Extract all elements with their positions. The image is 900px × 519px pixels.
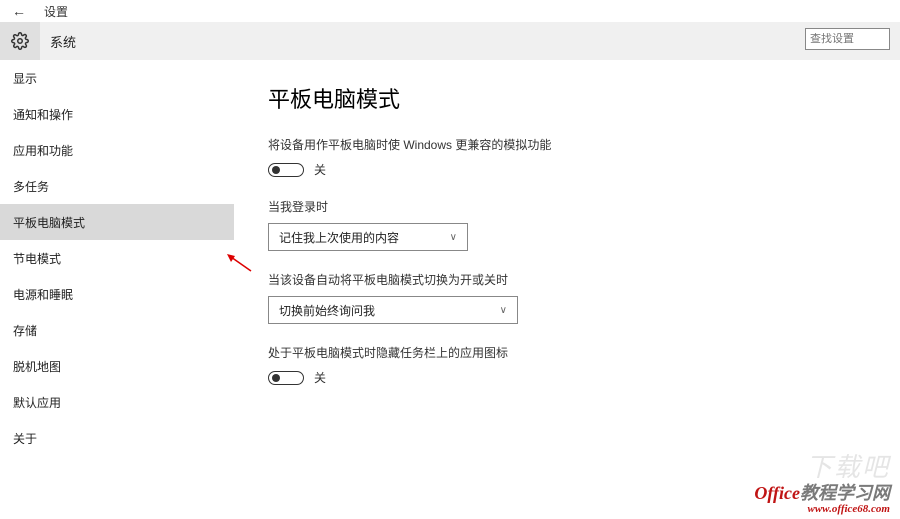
dropdown-auto-switch[interactable]: 切换前始终询问我 ∨ <box>268 296 518 324</box>
toggle-state-label: 关 <box>314 369 326 386</box>
sidebar-item-offline-maps[interactable]: 脱机地图 <box>0 348 234 384</box>
setting-label: 当我登录时 <box>268 198 900 215</box>
setting-auto-switch: 当该设备自动将平板电脑模式切换为开或关时 切换前始终询问我 ∨ <box>268 271 900 324</box>
settings-gear-box[interactable] <box>0 22 40 60</box>
chevron-down-icon: ∨ <box>500 305 507 316</box>
sidebar-item-label: 电源和睡眠 <box>13 286 73 303</box>
sidebar-item-notifications[interactable]: 通知和操作 <box>0 96 234 132</box>
setting-label: 当该设备自动将平板电脑模式切换为开或关时 <box>268 271 900 288</box>
setting-sign-in: 当我登录时 记住我上次使用的内容 ∨ <box>268 198 900 251</box>
search-box[interactable] <box>805 28 890 50</box>
sidebar-item-tablet-mode[interactable]: 平板电脑模式 <box>0 204 234 240</box>
search-input[interactable] <box>810 33 885 45</box>
toggle-knob <box>272 374 280 382</box>
sidebar: 显示 通知和操作 应用和功能 多任务 平板电脑模式 节电模式 电源和睡眠 存储 … <box>0 60 234 519</box>
sidebar-item-power[interactable]: 电源和睡眠 <box>0 276 234 312</box>
sidebar-item-storage[interactable]: 存储 <box>0 312 234 348</box>
setting-touch-friendly: 将设备用作平板电脑时使 Windows 更兼容的模拟功能 关 <box>268 136 900 178</box>
watermark-brand-red: Office <box>754 483 800 503</box>
sidebar-item-label: 节电模式 <box>13 250 61 267</box>
sidebar-item-label: 应用和功能 <box>13 142 73 159</box>
sidebar-item-label: 多任务 <box>13 178 49 195</box>
annotation-arrow-icon <box>225 253 253 273</box>
sidebar-item-label: 关于 <box>13 430 37 447</box>
sidebar-item-label: 脱机地图 <box>13 358 61 375</box>
sidebar-item-label: 存储 <box>13 322 37 339</box>
toggle-knob <box>272 166 280 174</box>
dropdown-sign-in[interactable]: 记住我上次使用的内容 ∨ <box>268 223 468 251</box>
content-pane: 平板电脑模式 将设备用作平板电脑时使 Windows 更兼容的模拟功能 关 当我… <box>234 60 900 519</box>
page-title: 平板电脑模式 <box>268 82 900 114</box>
setting-hide-icons: 处于平板电脑模式时隐藏任务栏上的应用图标 关 <box>268 344 900 386</box>
sidebar-item-display[interactable]: 显示 <box>0 60 234 96</box>
sidebar-item-battery[interactable]: 节电模式 <box>0 240 234 276</box>
category-label: 系统 <box>40 32 76 51</box>
sidebar-item-label: 显示 <box>13 70 37 87</box>
sidebar-item-default-apps[interactable]: 默认应用 <box>0 384 234 420</box>
back-button[interactable]: ← <box>12 3 26 19</box>
gear-icon <box>11 32 29 50</box>
setting-desc: 将设备用作平板电脑时使 Windows 更兼容的模拟功能 <box>268 136 900 153</box>
window-title: 设置 <box>44 3 68 20</box>
title-bar: ← 设置 <box>0 0 900 22</box>
header-row: 系统 <box>0 22 900 60</box>
watermark-brand: Office教程学习网 www.office68.com <box>754 479 890 515</box>
watermark-brand-gray: 教程学习网 <box>800 483 890 503</box>
setting-desc: 处于平板电脑模式时隐藏任务栏上的应用图标 <box>268 344 900 361</box>
sidebar-item-about[interactable]: 关于 <box>0 420 234 456</box>
dropdown-value: 记住我上次使用的内容 <box>279 229 399 246</box>
watermark-url: www.office68.com <box>754 503 890 515</box>
chevron-down-icon: ∨ <box>450 232 457 243</box>
toggle-hide-icons[interactable] <box>268 371 304 385</box>
toggle-state-label: 关 <box>314 161 326 178</box>
sidebar-item-multitask[interactable]: 多任务 <box>0 168 234 204</box>
sidebar-item-apps[interactable]: 应用和功能 <box>0 132 234 168</box>
sidebar-item-label: 默认应用 <box>13 394 61 411</box>
sidebar-item-label: 通知和操作 <box>13 106 73 123</box>
dropdown-value: 切换前始终询问我 <box>279 302 375 319</box>
toggle-touch-friendly[interactable] <box>268 163 304 177</box>
sidebar-item-label: 平板电脑模式 <box>13 214 85 231</box>
